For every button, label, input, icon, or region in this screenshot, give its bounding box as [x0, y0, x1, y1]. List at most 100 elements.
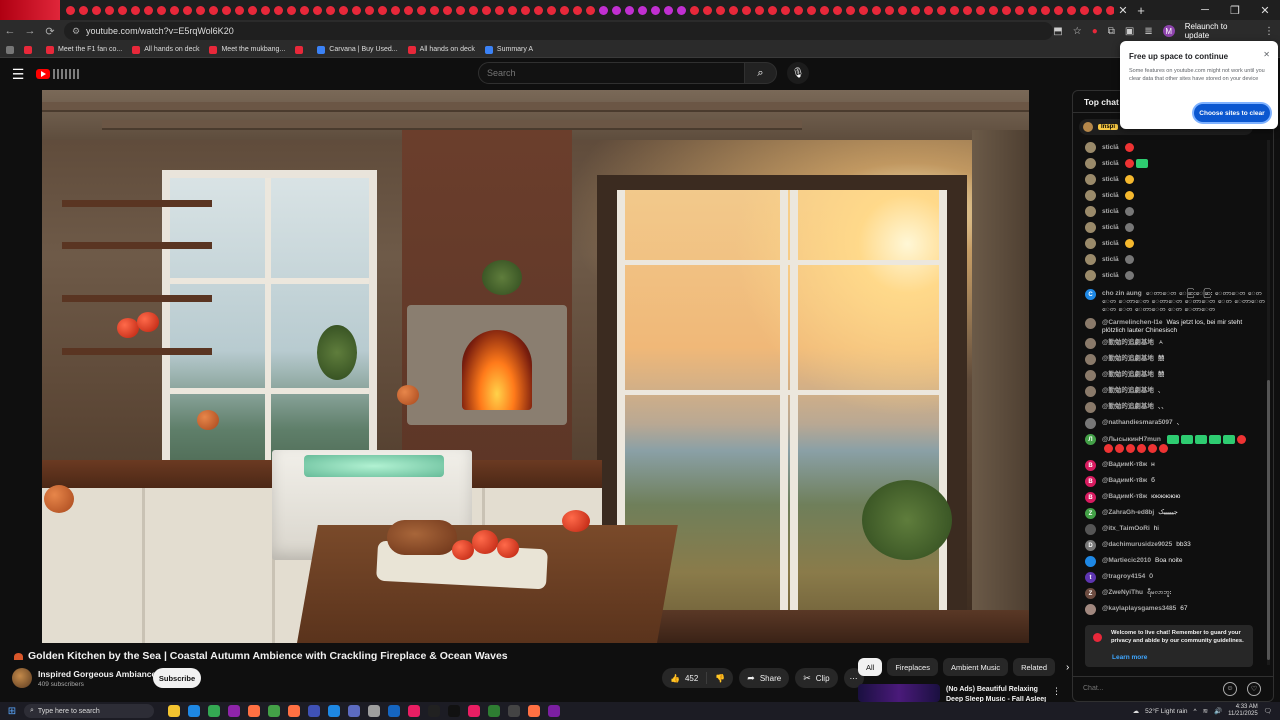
tab-favicon-icon[interactable]: [131, 5, 140, 15]
channel-name[interactable]: Inspired Gorgeous Ambiance: [38, 669, 156, 679]
chat-author[interactable]: @勤勉的追劇基地: [1102, 371, 1154, 378]
chat-message[interactable]: @Carmelinchen-l1e Was jetzt los, bei mir …: [1085, 318, 1265, 335]
chat-author[interactable]: sticlă: [1102, 144, 1119, 151]
heart-icon[interactable]: ♡: [1247, 681, 1261, 696]
chat-author[interactable]: sticlă: [1102, 240, 1119, 247]
filter-chip[interactable]: Fireplaces: [887, 658, 938, 676]
like-button[interactable]: 👍 452: [662, 668, 706, 688]
tab-favicon-icon[interactable]: [339, 5, 348, 15]
tab-favicon-icon[interactable]: [1080, 5, 1089, 15]
tab-favicon-icon[interactable]: [1067, 5, 1076, 15]
chat-author[interactable]: sticlă: [1102, 192, 1119, 199]
active-tab[interactable]: [0, 0, 60, 20]
bookmark-item[interactable]: Meet the mukbang...: [209, 45, 285, 54]
chat-message[interactable]: Ccho zin aungေတာေတ ေဆြးေဆြး ေတာေတ ေတ ေတ …: [1085, 289, 1265, 314]
filter-chip[interactable]: Related: [1013, 658, 1055, 676]
chat-avatar[interactable]: [1085, 158, 1096, 169]
tab-favicon-icon[interactable]: [911, 5, 920, 15]
chat-message[interactable]: Л @ЛысыкинН7mun: [1085, 434, 1265, 454]
tab-favicon-icon[interactable]: [495, 5, 504, 15]
filter-chip[interactable]: All: [858, 658, 883, 676]
bookmark-item[interactable]: [24, 45, 36, 54]
tab-favicon-icon[interactable]: [417, 5, 426, 15]
tab-favicon-icon[interactable]: [950, 5, 959, 15]
tab-favicon-icon[interactable]: [859, 5, 868, 15]
site-info-icon[interactable]: ⚙: [72, 26, 80, 37]
chat-message[interactable]: @nathandiesmara5097、: [1085, 418, 1265, 429]
chat-message[interactable]: @Martiecic2010 Boa noite: [1085, 556, 1265, 567]
chat-message[interactable]: B @ВадимК-т8ж н: [1085, 460, 1265, 471]
chat-author[interactable]: @ВадимК-т8ж: [1102, 461, 1147, 468]
chat-avatar[interactable]: [1085, 254, 1096, 265]
tab-favicon-icon[interactable]: [521, 5, 530, 15]
chat-avatar[interactable]: B: [1085, 460, 1096, 471]
tab-favicon-icon[interactable]: [625, 5, 634, 15]
tab-favicon-icon[interactable]: [1015, 5, 1024, 15]
chat-avatar[interactable]: [1085, 386, 1096, 397]
taskbar-app-icon[interactable]: [308, 705, 320, 717]
tab-favicon-icon[interactable]: [716, 5, 725, 15]
chat-author[interactable]: @ВадимК-т8ж: [1102, 477, 1147, 484]
tab-favicon-icon[interactable]: [1028, 5, 1037, 15]
chat-author[interactable]: @ZweNyiThu: [1102, 589, 1143, 596]
chat-author[interactable]: @dachimurusidze9025: [1102, 541, 1172, 548]
choose-sites-button[interactable]: Choose sites to clear: [1194, 104, 1270, 122]
chat-author[interactable]: cho zin aung: [1102, 290, 1142, 297]
taskbar-app-icon[interactable]: [528, 705, 540, 717]
tab-favicon-icon[interactable]: [365, 5, 374, 15]
tab-favicon-icon[interactable]: [612, 5, 621, 15]
chat-author[interactable]: @itx_TaimOoRi: [1102, 525, 1150, 532]
tab-favicon-icon[interactable]: [1054, 5, 1063, 15]
tab-favicon-icon[interactable]: [560, 5, 569, 15]
chevron-right-icon[interactable]: ›: [1066, 662, 1069, 673]
chat-avatar[interactable]: [1085, 370, 1096, 381]
chat-message[interactable]: B @ВадимК-т8ж юююююю: [1085, 492, 1265, 503]
tab-favicon-icon[interactable]: [235, 5, 244, 15]
chat-message[interactable]: sticlă: [1085, 142, 1265, 153]
taskbar-app-icon[interactable]: [248, 705, 260, 717]
search-button[interactable]: ⌕: [745, 62, 777, 84]
tab-favicon-icon[interactable]: [781, 5, 790, 15]
tab-favicon-icon[interactable]: [287, 5, 296, 15]
chat-author[interactable]: @勤勉的追劇基地: [1102, 387, 1154, 394]
taskbar-app-icon[interactable]: [368, 705, 380, 717]
chat-avatar[interactable]: [1085, 174, 1096, 185]
taskbar-app-icon[interactable]: [168, 705, 180, 717]
chat-avatar[interactable]: D: [1085, 540, 1096, 551]
bookmark-star-icon[interactable]: ☆: [1073, 26, 1082, 37]
new-tab-icon[interactable]: +: [1132, 3, 1150, 18]
taskbar-app-icon[interactable]: [348, 705, 360, 717]
chat-author[interactable]: @nathandiesmara5097: [1102, 419, 1173, 426]
tab-favicon-icon[interactable]: [1041, 5, 1050, 15]
url-field[interactable]: ⚙ youtube.com/watch?v=E5rqWol6K20: [63, 22, 1054, 40]
learn-more-link[interactable]: Learn more: [1112, 654, 1147, 661]
clip-button[interactable]: ✂ Clip: [795, 668, 838, 688]
extension-red-icon[interactable]: ●: [1092, 26, 1098, 37]
tab-favicon-icon[interactable]: [66, 5, 75, 15]
install-icon[interactable]: ⬒: [1053, 26, 1062, 37]
tab-favicon-icon[interactable]: [1106, 5, 1114, 15]
tab-favicon-icon[interactable]: [534, 5, 543, 15]
chat-message[interactable]: D @dachimurusidze9025 bb33: [1085, 540, 1265, 551]
chat-avatar[interactable]: [1085, 318, 1096, 329]
tab-favicon-icon[interactable]: [79, 5, 88, 15]
chat-message[interactable]: sticlă: [1085, 222, 1265, 233]
bookmark-item[interactable]: Meet the F1 fan co...: [46, 45, 122, 54]
chat-author[interactable]: @ZahraGh-ed8bj: [1102, 509, 1154, 516]
chat-avatar[interactable]: [1085, 604, 1096, 615]
wifi-icon[interactable]: ≋: [1203, 707, 1208, 715]
chat-author[interactable]: sticlă: [1102, 256, 1119, 263]
tab-favicon-icon[interactable]: [664, 5, 673, 15]
chat-message[interactable]: sticlă: [1085, 270, 1265, 281]
tab-favicon-icon[interactable]: [209, 5, 218, 15]
tab-favicon-icon[interactable]: [703, 5, 712, 15]
chat-avatar[interactable]: [1085, 270, 1096, 281]
chat-avatar[interactable]: Z: [1085, 588, 1096, 599]
bookmark-item[interactable]: All hands on deck: [407, 45, 475, 54]
tab-favicon-icon[interactable]: [183, 5, 192, 15]
tab-favicon-icon[interactable]: [274, 5, 283, 15]
bookmark-item[interactable]: All hands on deck: [132, 45, 199, 54]
bookmark-item[interactable]: Summary A: [484, 45, 533, 54]
emoji-icon[interactable]: ☺: [1223, 681, 1237, 696]
tab-favicon-icon[interactable]: [482, 5, 491, 15]
